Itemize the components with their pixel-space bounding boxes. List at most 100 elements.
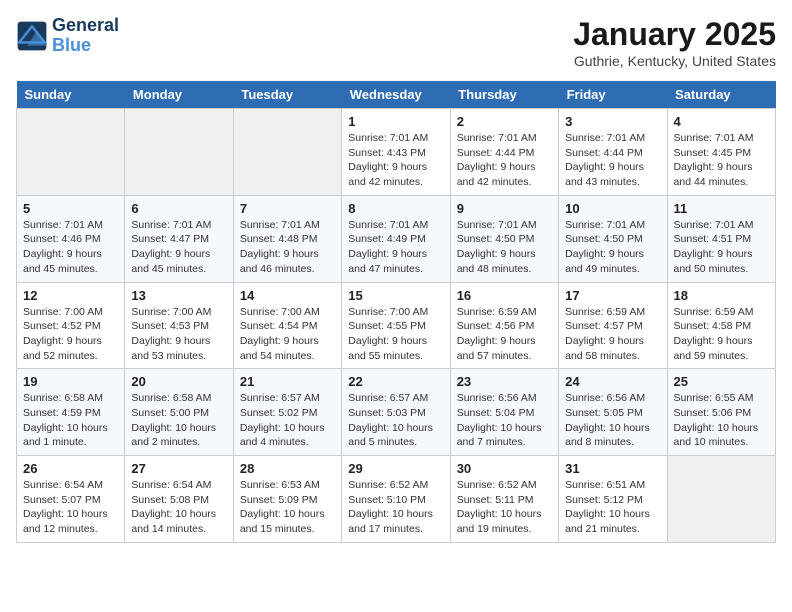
day-number: 7: [240, 201, 335, 216]
month-title: January 2025: [573, 16, 776, 53]
day-number: 11: [674, 201, 769, 216]
calendar-cell: 22Sunrise: 6:57 AMSunset: 5:03 PMDayligh…: [342, 369, 450, 456]
calendar-cell: 18Sunrise: 6:59 AMSunset: 4:58 PMDayligh…: [667, 282, 775, 369]
day-number: 6: [131, 201, 226, 216]
day-info: Sunrise: 7:01 AMSunset: 4:50 PMDaylight:…: [457, 218, 552, 277]
logo-text: General Blue: [52, 16, 119, 56]
calendar-cell: 14 Sunrise: 7:00 AMSunset: 4:54 PMDayligh…: [233, 282, 341, 369]
logo: General Blue: [16, 16, 119, 56]
calendar-cell: 29 Sunrise: 6:52 AMSunset: 5:10 PMDayligh…: [342, 456, 450, 543]
day-number: 2: [457, 114, 552, 129]
day-number: 20: [131, 374, 226, 389]
day-info: Sunrise: 6:52 AMSunset: 5:10 PMDaylight:…: [348, 478, 443, 537]
day-number: 14: [240, 288, 335, 303]
day-info: Sunrise: 6:59 AMSunset: 4:57 PMDaylight:…: [565, 305, 660, 364]
calendar-cell: 27Sunrise: 6:54 AMSunset: 5:08 PMDayligh…: [125, 456, 233, 543]
calendar-cell: 8 Sunrise: 7:01 AMSunset: 4:49 PMDaylight…: [342, 195, 450, 282]
page-header: General Blue January 2025 Guthrie, Kentu…: [16, 16, 776, 69]
day-info: Sunrise: 7:00 AMSunset: 4:52 PMDaylight:…: [23, 305, 118, 364]
day-number: 5: [23, 201, 118, 216]
weekday-header: Tuesday: [233, 81, 341, 109]
day-info: Sunrise: 7:01 AMSunset: 4:50 PMDaylight:…: [565, 218, 660, 277]
day-info: Sunrise: 7:01 AMSunset: 4:45 PMDaylight:…: [674, 131, 769, 190]
day-info: Sunrise: 6:59 AMSunset: 4:56 PMDaylight:…: [457, 305, 552, 364]
calendar-cell: 10 Sunrise: 7:01 AMSunset: 4:50 PMDayligh…: [559, 195, 667, 282]
day-info: Sunrise: 6:57 AMSunset: 5:02 PMDaylight:…: [240, 391, 335, 450]
calendar-cell: 26 Sunrise: 6:54 AMSunset: 5:07 PMDayligh…: [17, 456, 125, 543]
day-info: Sunrise: 6:51 AMSunset: 5:12 PMDaylight:…: [565, 478, 660, 537]
calendar-cell: 28Sunrise: 6:53 AMSunset: 5:09 PMDayligh…: [233, 456, 341, 543]
calendar-cell: 23Sunrise: 6:56 AMSunset: 5:04 PMDayligh…: [450, 369, 558, 456]
day-number: 17: [565, 288, 660, 303]
day-number: 1: [348, 114, 443, 129]
day-info: Sunrise: 7:00 AMSunset: 4:55 PMDaylight:…: [348, 305, 443, 364]
day-info: Sunrise: 6:54 AMSunset: 5:07 PMDaylight:…: [23, 478, 118, 537]
calendar-cell: 19Sunrise: 6:58 AMSunset: 4:59 PMDayligh…: [17, 369, 125, 456]
day-info: Sunrise: 7:01 AMSunset: 4:44 PMDaylight:…: [457, 131, 552, 190]
day-number: 23: [457, 374, 552, 389]
logo-line2: Blue: [52, 35, 91, 55]
day-info: Sunrise: 7:01 AMSunset: 4:48 PMDaylight:…: [240, 218, 335, 277]
day-info: Sunrise: 7:00 AMSunset: 4:54 PMDaylight:…: [240, 305, 335, 364]
calendar-week-row: 12 Sunrise: 7:00 AMSunset: 4:52 PMDayligh…: [17, 282, 776, 369]
day-number: 27: [131, 461, 226, 476]
day-info: Sunrise: 7:01 AMSunset: 4:49 PMDaylight:…: [348, 218, 443, 277]
day-number: 13: [131, 288, 226, 303]
day-number: 12: [23, 288, 118, 303]
day-number: 26: [23, 461, 118, 476]
calendar-cell: 20Sunrise: 6:58 AMSunset: 5:00 PMDayligh…: [125, 369, 233, 456]
day-info: Sunrise: 7:01 AMSunset: 4:44 PMDaylight:…: [565, 131, 660, 190]
calendar-cell: 16 Sunrise: 6:59 AMSunset: 4:56 PMDayligh…: [450, 282, 558, 369]
calendar-cell: 21 Sunrise: 6:57 AMSunset: 5:02 PMDayligh…: [233, 369, 341, 456]
calendar-cell: 4 Sunrise: 7:01 AMSunset: 4:45 PMDaylight…: [667, 109, 775, 196]
calendar-week-row: 5 Sunrise: 7:01 AMSunset: 4:46 PMDaylight…: [17, 195, 776, 282]
weekday-header: Friday: [559, 81, 667, 109]
day-info: Sunrise: 6:55 AMSunset: 5:06 PMDaylight:…: [674, 391, 769, 450]
day-info: Sunrise: 6:56 AMSunset: 5:05 PMDaylight:…: [565, 391, 660, 450]
day-info: Sunrise: 7:01 AMSunset: 4:51 PMDaylight:…: [674, 218, 769, 277]
calendar-cell: 30Sunrise: 6:52 AMSunset: 5:11 PMDayligh…: [450, 456, 558, 543]
day-number: 25: [674, 374, 769, 389]
weekday-header: Wednesday: [342, 81, 450, 109]
day-number: 10: [565, 201, 660, 216]
title-block: January 2025 Guthrie, Kentucky, United S…: [573, 16, 776, 69]
calendar-cell: [125, 109, 233, 196]
day-number: 4: [674, 114, 769, 129]
calendar-header-row: SundayMondayTuesdayWednesdayThursdayFrid…: [17, 81, 776, 109]
weekday-header: Monday: [125, 81, 233, 109]
day-number: 21: [240, 374, 335, 389]
day-info: Sunrise: 7:01 AMSunset: 4:46 PMDaylight:…: [23, 218, 118, 277]
calendar-cell: 12 Sunrise: 7:00 AMSunset: 4:52 PMDayligh…: [17, 282, 125, 369]
weekday-header: Sunday: [17, 81, 125, 109]
day-number: 24: [565, 374, 660, 389]
day-number: 31: [565, 461, 660, 476]
day-number: 3: [565, 114, 660, 129]
calendar-cell: 5 Sunrise: 7:01 AMSunset: 4:46 PMDaylight…: [17, 195, 125, 282]
calendar-cell: 13Sunrise: 7:00 AMSunset: 4:53 PMDayligh…: [125, 282, 233, 369]
calendar-cell: 6 Sunrise: 7:01 AMSunset: 4:47 PMDaylight…: [125, 195, 233, 282]
day-info: Sunrise: 6:57 AMSunset: 5:03 PMDaylight:…: [348, 391, 443, 450]
day-info: Sunrise: 6:53 AMSunset: 5:09 PMDaylight:…: [240, 478, 335, 537]
calendar-cell: [17, 109, 125, 196]
day-number: 15: [348, 288, 443, 303]
day-info: Sunrise: 6:58 AMSunset: 4:59 PMDaylight:…: [23, 391, 118, 450]
day-number: 16: [457, 288, 552, 303]
day-number: 30: [457, 461, 552, 476]
calendar-cell: 2 Sunrise: 7:01 AMSunset: 4:44 PMDaylight…: [450, 109, 558, 196]
calendar-cell: [667, 456, 775, 543]
day-info: Sunrise: 7:01 AMSunset: 4:47 PMDaylight:…: [131, 218, 226, 277]
day-number: 8: [348, 201, 443, 216]
day-number: 29: [348, 461, 443, 476]
calendar-cell: 9 Sunrise: 7:01 AMSunset: 4:50 PMDaylight…: [450, 195, 558, 282]
day-number: 9: [457, 201, 552, 216]
calendar-cell: 3 Sunrise: 7:01 AMSunset: 4:44 PMDaylight…: [559, 109, 667, 196]
calendar-week-row: 19Sunrise: 6:58 AMSunset: 4:59 PMDayligh…: [17, 369, 776, 456]
calendar-cell: 7 Sunrise: 7:01 AMSunset: 4:48 PMDaylight…: [233, 195, 341, 282]
calendar-cell: 11 Sunrise: 7:01 AMSunset: 4:51 PMDayligh…: [667, 195, 775, 282]
calendar-cell: 1Sunrise: 7:01 AMSunset: 4:43 PMDaylight…: [342, 109, 450, 196]
location: Guthrie, Kentucky, United States: [573, 53, 776, 69]
calendar-table: SundayMondayTuesdayWednesdayThursdayFrid…: [16, 81, 776, 543]
logo-line1: General: [52, 16, 119, 36]
calendar-cell: 17 Sunrise: 6:59 AMSunset: 4:57 PMDayligh…: [559, 282, 667, 369]
calendar-week-row: 26 Sunrise: 6:54 AMSunset: 5:07 PMDayligh…: [17, 456, 776, 543]
